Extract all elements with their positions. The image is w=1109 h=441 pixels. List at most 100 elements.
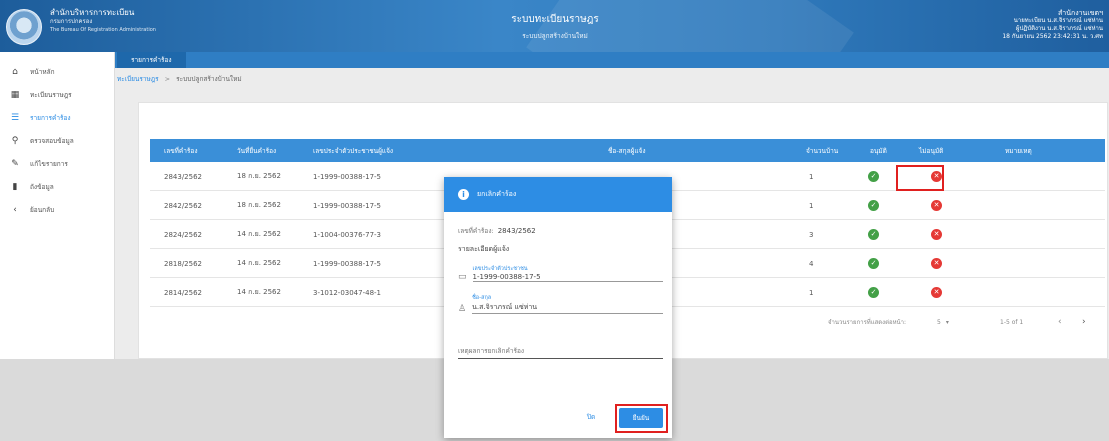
col-houses[interactable]: จำนวนบ้าน bbox=[806, 139, 838, 162]
reject-button[interactable]: ✕ bbox=[931, 220, 942, 249]
system-title-block: ระบบทะเบียนราษฎร ระบบปลูกสร้างบ้านใหม่ bbox=[440, 12, 670, 41]
breadcrumb-current: ระบบปลูกสร้างบ้านใหม่ bbox=[176, 75, 242, 83]
x-circle-icon: ✕ bbox=[931, 229, 942, 240]
col-request-no[interactable]: เลขที่คำร้อง bbox=[164, 139, 198, 162]
cell-houses: 1 bbox=[809, 288, 814, 297]
x-circle-icon: ✕ bbox=[931, 287, 942, 298]
cell-citizen-id: 3-1012-03047-48-1 bbox=[313, 288, 382, 297]
tab-bar: รายการคำร้อง bbox=[115, 52, 1109, 68]
chevron-left-icon: ‹ bbox=[13, 204, 17, 215]
approve-button[interactable]: ✓ bbox=[868, 162, 879, 191]
check-circle-icon: ✓ bbox=[868, 258, 879, 269]
agency-logo bbox=[6, 9, 42, 45]
reject-button[interactable]: ✕ bbox=[931, 249, 942, 278]
user-operator: ผู้ปฏิบัติงาน น.ส.จิราภรณ์ แซ่ห่าน bbox=[1015, 25, 1103, 32]
system-subtitle: ระบบปลูกสร้างบ้านใหม่ bbox=[522, 32, 588, 40]
pencil-icon: ✎ bbox=[11, 158, 19, 169]
rows-per-page-select[interactable]: 5 ▾ bbox=[937, 316, 949, 328]
x-circle-icon: ✕ bbox=[931, 258, 942, 269]
grid-icon: ▦ bbox=[10, 89, 20, 100]
sidebar-item-label: แก้ไขรายการ bbox=[30, 159, 68, 168]
sidebar-item-trash[interactable]: ▮ ถังข้อมูล bbox=[0, 175, 114, 198]
sidebar-item-label: รายการคำร้อง bbox=[30, 113, 71, 122]
chevron-right-icon: › bbox=[1082, 317, 1086, 327]
org-department: กรมการปกครอง bbox=[50, 18, 93, 25]
cell-request-no: 2824/2562 bbox=[164, 230, 202, 239]
next-page-button[interactable]: › bbox=[1082, 316, 1086, 328]
breadcrumb-separator: > bbox=[164, 75, 171, 83]
cancel-reason-input[interactable]: เหตุผลการยกเลิกคำร้อง bbox=[458, 343, 663, 359]
breadcrumb-root[interactable]: ทะเบียนราษฎร bbox=[117, 74, 159, 84]
col-name[interactable]: ชื่อ-สกุลผู้แจ้ง bbox=[608, 139, 646, 162]
full-name-label: ชื่อ-สกุล bbox=[472, 295, 492, 301]
approve-button[interactable]: ✓ bbox=[868, 191, 879, 220]
sidebar-item-edit[interactable]: ✎ แก้ไขรายการ bbox=[0, 152, 114, 175]
dropdown-arrow-icon: ▾ bbox=[945, 318, 949, 326]
cell-request-no: 2818/2562 bbox=[164, 259, 202, 268]
cancel-reason-placeholder: เหตุผลการยกเลิกคำร้อง bbox=[458, 347, 525, 355]
reject-button[interactable]: ✕ bbox=[931, 278, 942, 307]
search-icon: ⚲ bbox=[11, 135, 19, 146]
cell-date: 14 ก.ย. 2562 bbox=[237, 230, 281, 238]
sidebar-item-label: หน้าหลัก bbox=[30, 67, 55, 76]
cell-request-no: 2843/2562 bbox=[164, 172, 202, 181]
cell-citizen-id: 1-1999-00388-17-5 bbox=[313, 201, 382, 210]
section-title: รายละเอียดผู้แจ้ง bbox=[458, 245, 510, 253]
cell-request-no: 2842/2562 bbox=[164, 201, 202, 210]
cell-houses: 3 bbox=[809, 230, 814, 239]
org-name: สำนักบริหารการทะเบียน bbox=[50, 8, 135, 17]
dialog-body: เลขที่คำร้อง: 2843/2562 รายละเอียดผู้แจ้… bbox=[458, 226, 663, 359]
cell-citizen-id: 1-1999-00388-17-5 bbox=[313, 259, 382, 268]
sidebar-item-home[interactable]: ⌂ หน้าหลัก bbox=[0, 60, 114, 83]
sidebar-item-check[interactable]: ⚲ ตรวจสอบข้อมูล bbox=[0, 129, 114, 152]
breadcrumb: ทะเบียนราษฎร > ระบบปลูกสร้างบ้านใหม่ bbox=[117, 72, 1109, 86]
check-circle-icon: ✓ bbox=[868, 229, 879, 240]
col-citizen-id[interactable]: เลขประจำตัวประชาชนผู้แจ้ง bbox=[313, 139, 393, 162]
citizen-id-label: เลขประจำตัวประชาชน bbox=[472, 266, 528, 272]
sidebar-item-label: ตรวจสอบข้อมูล bbox=[30, 136, 74, 145]
check-circle-icon: ✓ bbox=[868, 171, 879, 182]
tab-requests[interactable]: รายการคำร้อง bbox=[117, 52, 186, 68]
cell-citizen-id: 1-1999-00388-17-5 bbox=[313, 172, 382, 181]
cell-date: 14 ก.ย. 2562 bbox=[237, 288, 281, 296]
org-english-name: The Bureau Of Registration Administratio… bbox=[50, 27, 156, 33]
full-name-field: ♙ ชื่อ-สกุล น.ส.จิราภรณ์ แซ่ห่าน bbox=[458, 294, 663, 314]
home-icon: ⌂ bbox=[12, 66, 18, 77]
sidebar-item-registration[interactable]: ▦ ทะเบียนราษฎร bbox=[0, 83, 114, 106]
approve-button[interactable]: ✓ bbox=[868, 249, 879, 278]
approve-button[interactable]: ✓ bbox=[868, 220, 879, 249]
confirm-highlight-box bbox=[615, 404, 668, 433]
cell-houses: 4 bbox=[809, 259, 814, 268]
citizen-id-field: ▭ เลขประจำตัวประชาชน 1-1999-00388-17-5 bbox=[458, 265, 663, 282]
dialog-header: i ยกเลิกคำร้อง bbox=[444, 177, 672, 212]
sidebar-item-requests[interactable]: ☰ รายการคำร้อง bbox=[0, 106, 114, 129]
request-number-row: เลขที่คำร้อง: 2843/2562 bbox=[458, 226, 663, 236]
col-date[interactable]: วันที่ยื่นคำร้อง bbox=[237, 139, 276, 162]
sidebar-item-label: ทะเบียนราษฎร bbox=[30, 90, 72, 99]
x-circle-icon: ✕ bbox=[931, 200, 942, 211]
cell-houses: 1 bbox=[809, 201, 814, 210]
cell-date: 18 ก.ย. 2562 bbox=[237, 172, 281, 180]
rows-per-page-label: จำนวนรายการที่แสดงต่อหน้า: bbox=[828, 319, 907, 326]
page-range: 1-5 of 1 bbox=[1000, 318, 1024, 326]
request-number-label: เลขที่คำร้อง: bbox=[458, 227, 494, 235]
full-name-value: น.ส.จิราภรณ์ แซ่ห่าน bbox=[472, 303, 538, 311]
sidebar-item-back[interactable]: ‹ ย้อนกลับ bbox=[0, 198, 114, 221]
prev-page-button[interactable]: ‹ bbox=[1058, 316, 1062, 328]
cancel-request-dialog: i ยกเลิกคำร้อง เลขที่คำร้อง: 2843/2562 ร… bbox=[444, 177, 672, 438]
dialog-title: ยกเลิกคำร้อง bbox=[477, 190, 517, 198]
cell-citizen-id: 1-1004-00376-77-3 bbox=[313, 230, 382, 239]
cell-date: 18 ก.ย. 2562 bbox=[237, 201, 281, 209]
col-reject: ไม่อนุมัติ bbox=[919, 146, 944, 155]
reject-highlight-box bbox=[896, 165, 944, 191]
user-info: สำนักงานเขตฯ นายทะเบียน น.ส.จิราภรณ์ แซ่… bbox=[1002, 9, 1103, 41]
trash-icon: ▮ bbox=[12, 181, 18, 192]
approve-button[interactable]: ✓ bbox=[868, 278, 879, 307]
user-office: สำนักงานเขตฯ bbox=[1057, 9, 1103, 17]
close-button[interactable]: ปิด bbox=[581, 409, 601, 425]
rows-per-page-value: 5 bbox=[937, 318, 941, 326]
table-header: เลขที่คำร้อง วันที่ยื่นคำร้อง เลขประจำตั… bbox=[150, 139, 1105, 162]
citizen-id-value: 1-1999-00388-17-5 bbox=[472, 273, 541, 281]
reject-button[interactable]: ✕ bbox=[931, 191, 942, 220]
id-card-icon: ▭ bbox=[458, 272, 467, 282]
